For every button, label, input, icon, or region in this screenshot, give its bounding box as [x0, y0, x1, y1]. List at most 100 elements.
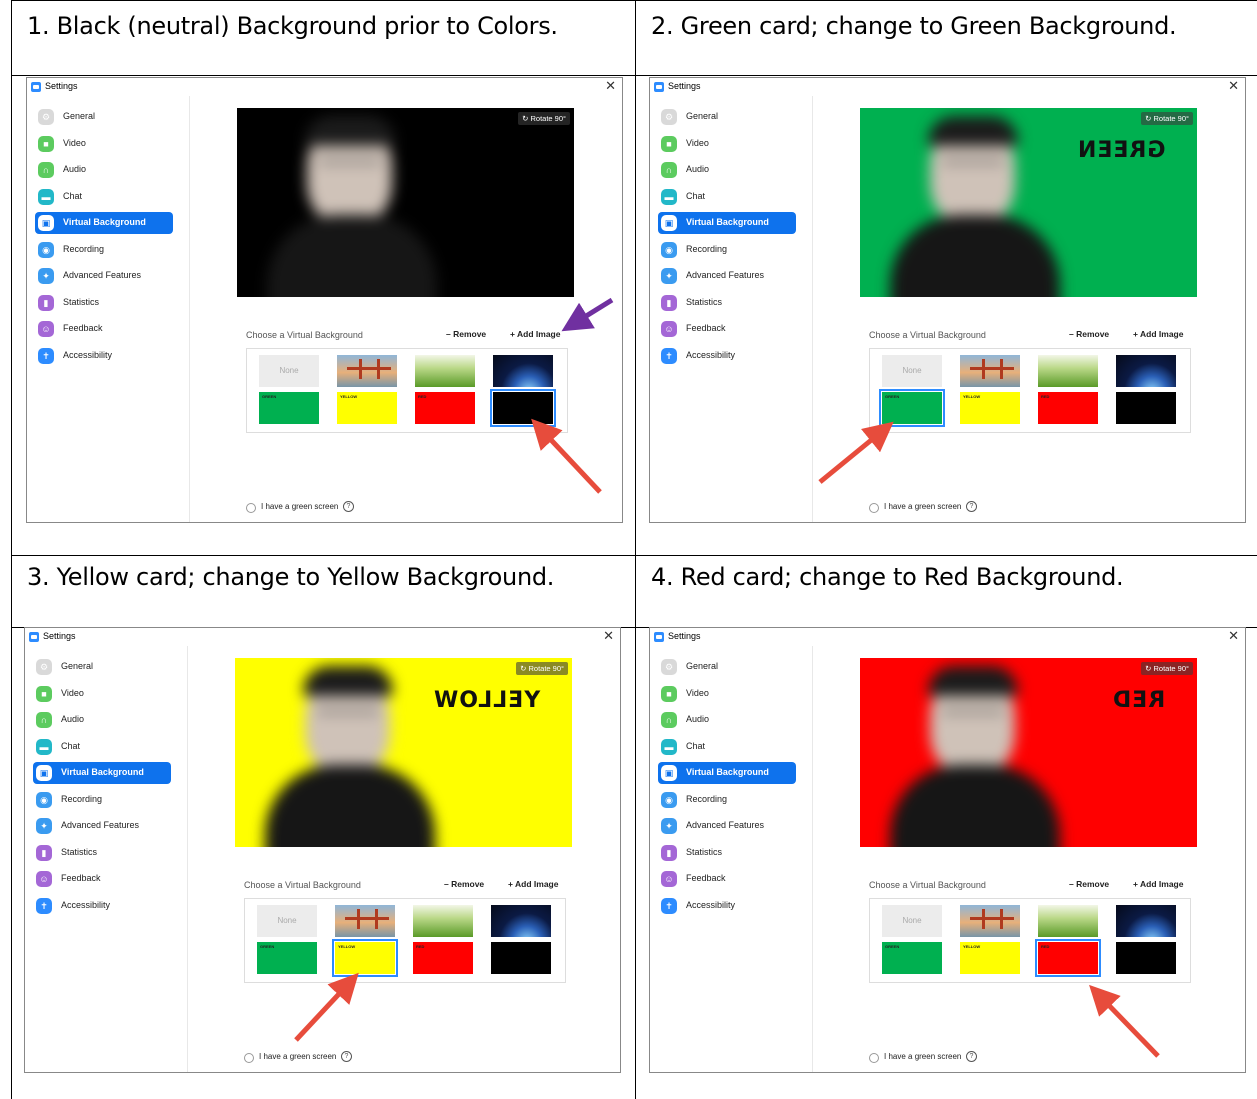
gear-icon: ⚙: [38, 109, 54, 125]
rotate-90-button[interactable]: ↻ Rotate 90°: [518, 112, 570, 125]
sparkle-icon: ✦: [38, 268, 54, 284]
close-icon[interactable]: ✕: [605, 79, 616, 93]
background-thumbnail-grass[interactable]: [415, 355, 475, 387]
background-thumbnail-color[interactable]: [491, 942, 551, 974]
background-thumbnail-earth[interactable]: [491, 905, 551, 937]
background-thumbnail-none[interactable]: None: [259, 355, 319, 387]
green-screen-checkbox[interactable]: [244, 1053, 254, 1063]
sidebar-item-statistics[interactable]: ▮ Statistics: [658, 292, 796, 314]
help-icon[interactable]: ?: [343, 501, 354, 512]
background-thumbnail-color[interactable]: GREEN: [882, 942, 942, 974]
sidebar-item-chat[interactable]: ▬ Chat: [33, 736, 171, 758]
background-thumbnail-grass[interactable]: [1038, 905, 1098, 937]
sidebar-item-accessibility[interactable]: ✝ Accessibility: [33, 895, 171, 917]
rotate-90-button[interactable]: ↻ Rotate 90°: [516, 662, 568, 675]
close-icon[interactable]: ✕: [1228, 79, 1239, 93]
sidebar-item-accessibility[interactable]: ✝ Accessibility: [658, 345, 796, 367]
background-thumbnail-color[interactable]: YELLOW: [332, 939, 398, 977]
background-thumbnail-color[interactable]: [1116, 392, 1176, 424]
remove-button[interactable]: – Remove: [1069, 879, 1109, 889]
background-thumbnail-color[interactable]: GREEN: [257, 942, 317, 974]
background-thumbnail-none[interactable]: None: [882, 905, 942, 937]
background-thumbnail-bridge[interactable]: [337, 355, 397, 387]
sidebar-item-chat[interactable]: ▬ Chat: [658, 186, 796, 208]
sidebar-item-audio[interactable]: ∩ Audio: [35, 159, 173, 181]
cell-caption: 1. Black (neutral) Background prior to C…: [27, 12, 558, 40]
background-thumbnail-earth[interactable]: [493, 355, 553, 387]
add-image-button[interactable]: + Add Image: [1133, 329, 1183, 339]
background-thumbnail-color[interactable]: RED: [413, 942, 473, 974]
background-thumbnail-earth[interactable]: [1116, 355, 1176, 387]
sidebar-item-feedback[interactable]: ☺ Feedback: [35, 318, 173, 340]
background-thumbnail-color[interactable]: RED: [415, 392, 475, 424]
sidebar-item-virtual-background[interactable]: ▣ Virtual Background: [35, 212, 173, 234]
background-thumbnail-grass[interactable]: [413, 905, 473, 937]
add-image-button[interactable]: + Add Image: [510, 329, 560, 339]
sidebar-item-statistics[interactable]: ▮ Statistics: [35, 292, 173, 314]
green-screen-checkbox[interactable]: [869, 1053, 879, 1063]
sidebar-item-advanced-features[interactable]: ✦ Advanced Features: [35, 265, 173, 287]
sidebar-item-chat[interactable]: ▬ Chat: [35, 186, 173, 208]
rotate-90-button[interactable]: ↻ Rotate 90°: [1141, 112, 1193, 125]
background-thumbnail-grass[interactable]: [1038, 355, 1098, 387]
sidebar-item-audio[interactable]: ∩ Audio: [33, 709, 171, 731]
close-icon[interactable]: ✕: [1228, 629, 1239, 643]
background-thumbnail-bridge[interactable]: [335, 905, 395, 937]
sidebar-item-feedback[interactable]: ☺ Feedback: [658, 868, 796, 890]
background-thumbnail-color[interactable]: GREEN: [259, 392, 319, 424]
close-icon[interactable]: ✕: [603, 629, 614, 643]
sidebar-item-recording[interactable]: ◉ Recording: [658, 239, 796, 261]
background-thumbnail-earth[interactable]: [1116, 905, 1176, 937]
sidebar-item-video[interactable]: ■ Video: [658, 133, 796, 155]
help-icon[interactable]: ?: [966, 501, 977, 512]
sidebar-item-accessibility[interactable]: ✝ Accessibility: [35, 345, 173, 367]
sidebar-item-recording[interactable]: ◉ Recording: [658, 789, 796, 811]
remove-button[interactable]: – Remove: [444, 879, 484, 889]
sidebar-item-general[interactable]: ⚙ General: [35, 106, 173, 128]
background-thumbnail-color[interactable]: RED: [1035, 939, 1101, 977]
add-image-button[interactable]: + Add Image: [508, 879, 558, 889]
sidebar-item-general[interactable]: ⚙ General: [658, 106, 796, 128]
sidebar-item-virtual-background[interactable]: ▣ Virtual Background: [33, 762, 171, 784]
sidebar-item-video[interactable]: ■ Video: [35, 133, 173, 155]
sidebar-item-feedback[interactable]: ☺ Feedback: [33, 868, 171, 890]
background-thumbnail-none[interactable]: None: [257, 905, 317, 937]
sidebar-item-video[interactable]: ■ Video: [658, 683, 796, 705]
background-thumbnail-bridge[interactable]: [960, 905, 1020, 937]
add-image-button[interactable]: + Add Image: [1133, 879, 1183, 889]
green-screen-checkbox[interactable]: [869, 503, 879, 513]
sidebar-item-advanced-features[interactable]: ✦ Advanced Features: [658, 265, 796, 287]
background-thumbnail-color[interactable]: YELLOW: [960, 942, 1020, 974]
rotate-90-button[interactable]: ↻ Rotate 90°: [1141, 662, 1193, 675]
sidebar-item-recording[interactable]: ◉ Recording: [35, 239, 173, 261]
sidebar-item-audio[interactable]: ∩ Audio: [658, 709, 796, 731]
sidebar-item-virtual-background[interactable]: ▣ Virtual Background: [658, 762, 796, 784]
sidebar-item-accessibility[interactable]: ✝ Accessibility: [658, 895, 796, 917]
sidebar-item-audio[interactable]: ∩ Audio: [658, 159, 796, 181]
sidebar-item-recording[interactable]: ◉ Recording: [33, 789, 171, 811]
window-title: Settings: [45, 81, 78, 91]
sidebar-item-statistics[interactable]: ▮ Statistics: [658, 842, 796, 864]
background-thumbnail-color[interactable]: [490, 389, 556, 427]
remove-button[interactable]: – Remove: [1069, 329, 1109, 339]
background-thumbnail-color[interactable]: YELLOW: [337, 392, 397, 424]
sidebar-item-chat[interactable]: ▬ Chat: [658, 736, 796, 758]
background-thumbnail-color[interactable]: [1116, 942, 1176, 974]
background-thumbnail-color[interactable]: YELLOW: [960, 392, 1020, 424]
sidebar-item-general[interactable]: ⚙ General: [33, 656, 171, 678]
sidebar-item-general[interactable]: ⚙ General: [658, 656, 796, 678]
help-icon[interactable]: ?: [341, 1051, 352, 1062]
help-icon[interactable]: ?: [966, 1051, 977, 1062]
background-thumbnail-bridge[interactable]: [960, 355, 1020, 387]
sidebar-item-advanced-features[interactable]: ✦ Advanced Features: [658, 815, 796, 837]
green-screen-checkbox[interactable]: [246, 503, 256, 513]
sidebar-item-statistics[interactable]: ▮ Statistics: [33, 842, 171, 864]
background-thumbnail-color[interactable]: GREEN: [879, 389, 945, 427]
sidebar-item-virtual-background[interactable]: ▣ Virtual Background: [658, 212, 796, 234]
sidebar-item-advanced-features[interactable]: ✦ Advanced Features: [33, 815, 171, 837]
remove-button[interactable]: – Remove: [446, 329, 486, 339]
background-thumbnail-color[interactable]: RED: [1038, 392, 1098, 424]
sidebar-item-video[interactable]: ■ Video: [33, 683, 171, 705]
background-thumbnail-none[interactable]: None: [882, 355, 942, 387]
sidebar-item-feedback[interactable]: ☺ Feedback: [658, 318, 796, 340]
